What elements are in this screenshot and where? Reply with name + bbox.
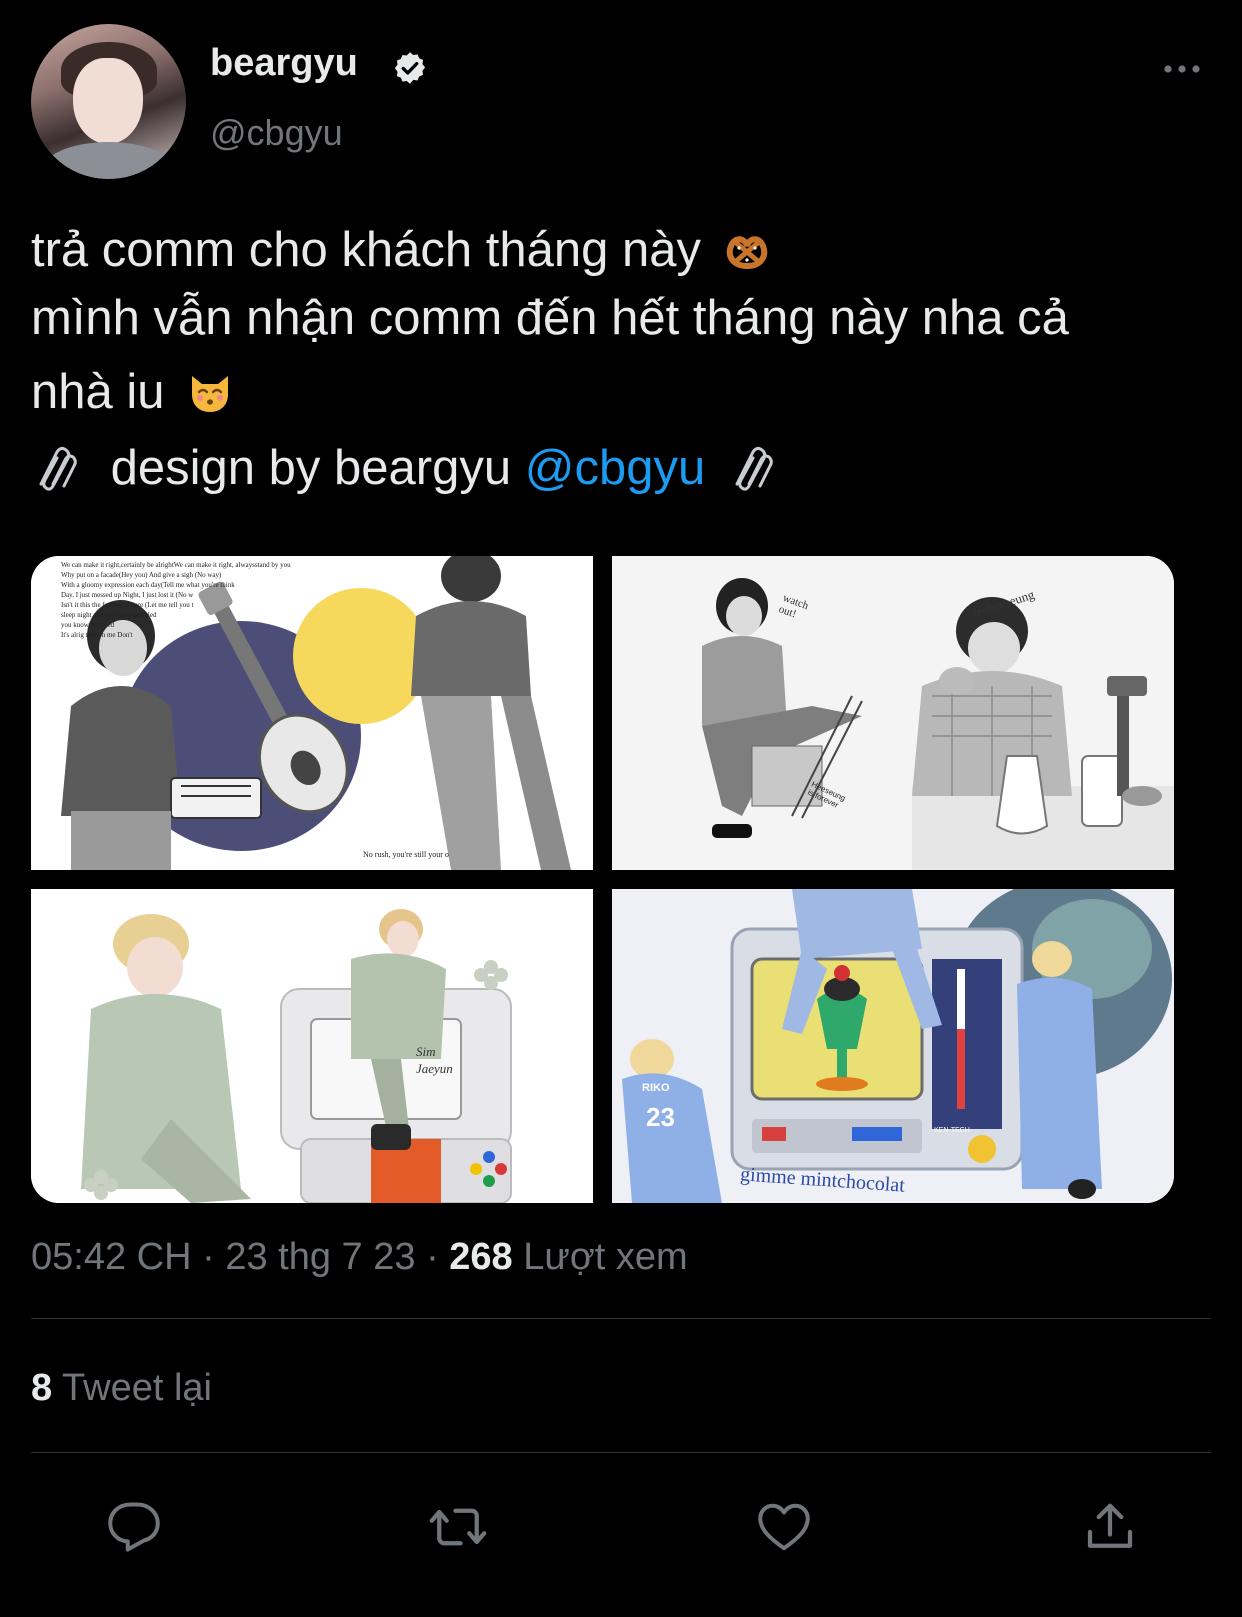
- image-4-artwork: [612, 889, 1174, 1203]
- share-button[interactable]: [1080, 1497, 1140, 1557]
- tweet-text: nhà iu: [31, 365, 165, 419]
- more-options-icon[interactable]: [1162, 62, 1202, 76]
- image-1-bottom-text: No rush, you're still your o: [363, 850, 449, 859]
- lyric-line: Why put on a facade(Hey you) And give a …: [61, 571, 222, 579]
- divider: [31, 1318, 1211, 1319]
- lyric-line: Day, I just messed up Night, I just lost…: [61, 591, 194, 599]
- tweet-date[interactable]: 23 thg 7 23: [225, 1236, 415, 1278]
- image-4-jersey-top: RIKO: [642, 1082, 670, 1094]
- retweet-count: 8: [31, 1367, 53, 1409]
- paperclips-icon: [735, 446, 773, 491]
- lyric-line: you know No need: [61, 621, 115, 629]
- image-2-artwork: [612, 556, 1174, 870]
- tweet-text-line-4: design by beargyu @cbgyu: [31, 440, 775, 496]
- paperclips-icon: [39, 446, 77, 491]
- retweet-label: Tweet lại: [62, 1367, 212, 1409]
- lyric-line: We can make it right,certainly be alrigh…: [61, 561, 291, 569]
- tweet-text: design by beargyu: [110, 441, 512, 495]
- author-display-name[interactable]: beargyu: [210, 42, 358, 85]
- verified-badge-icon: [394, 52, 426, 84]
- mention-link[interactable]: @cbgyu: [525, 441, 706, 495]
- lyric-line: sleep night and out being troubled: [61, 611, 157, 619]
- meta-separator: ·: [202, 1236, 215, 1278]
- media-image-3[interactable]: Sim Jaeyun: [31, 889, 593, 1203]
- retweet-button[interactable]: [428, 1497, 488, 1557]
- avatar-face: [73, 58, 143, 144]
- views-count: 268: [449, 1236, 513, 1278]
- like-button[interactable]: [754, 1497, 814, 1557]
- media-image-1[interactable]: We can make it right,certainly be alrigh…: [31, 556, 593, 870]
- retweet-stats[interactable]: 8 Tweet lại: [31, 1367, 212, 1410]
- media-image-2[interactable]: watch out! leeheeseung Heeseung is forev…: [612, 556, 1174, 870]
- reply-icon: [108, 1502, 160, 1552]
- image-4-brand: KEN-TECH: [934, 1127, 970, 1134]
- avatar[interactable]: [31, 24, 186, 179]
- like-icon: [758, 1503, 810, 1551]
- author-handle[interactable]: @cbgyu: [210, 112, 343, 154]
- lyric-line: With a gloomy expression each day(Tell m…: [61, 581, 235, 589]
- image-3-artwork: [31, 889, 593, 1203]
- lyric-line: It's alrig trust in me Don't: [61, 631, 133, 639]
- pretzel-icon: [726, 236, 767, 270]
- kissing-cat-icon: [192, 376, 229, 412]
- media-grid: We can make it right,certainly be alrigh…: [31, 556, 1174, 1203]
- meta-separator: ·: [426, 1236, 439, 1278]
- views-label: Lượt xem: [523, 1236, 688, 1278]
- image-4-jersey-number: 23: [646, 1102, 675, 1132]
- image-1-lyrics: We can make it right,certainly be alrigh…: [61, 560, 361, 640]
- divider: [31, 1452, 1211, 1453]
- media-image-4[interactable]: RIKO 23 KEN-TECH gimme mintchocolat: [612, 889, 1174, 1203]
- tweet-text-line-2: mình vẫn nhận comm đến hết tháng này nha…: [31, 291, 1069, 345]
- reply-button[interactable]: [104, 1497, 164, 1557]
- image-3-screen-text-2: Jaeyun: [416, 1061, 453, 1076]
- image-3-screen-text-1: Sim: [416, 1044, 436, 1059]
- retweet-icon: [429, 1508, 487, 1546]
- tweet-text-line-3: nhà iu: [31, 364, 234, 420]
- tweet-text: trả comm cho khách tháng này: [31, 223, 702, 277]
- tweet-text-line-1: trả comm cho khách tháng này: [31, 222, 771, 278]
- avatar-shirt: [41, 142, 176, 179]
- tweet-time: 05:42 CH: [31, 1236, 192, 1278]
- tweet-meta: 05:42 CH · 23 thg 7 23 · 268 Lượt xem: [31, 1236, 688, 1279]
- share-icon: [1087, 1503, 1133, 1548]
- lyric-line: Isn't it this the feeling of bare (Let m…: [61, 601, 194, 609]
